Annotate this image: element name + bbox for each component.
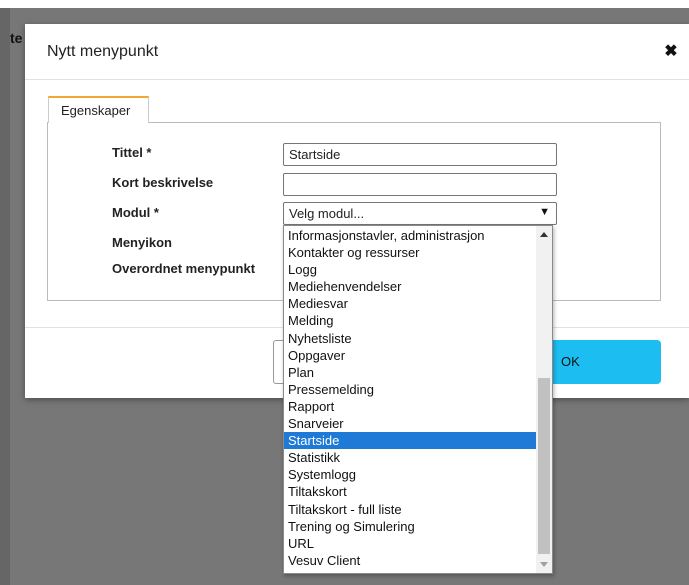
background-top-strip (0, 0, 689, 8)
dropdown-option[interactable]: Plan (284, 364, 536, 381)
scrollbar-thumb[interactable] (538, 378, 550, 554)
background-text-fragment: te (10, 30, 23, 46)
background-left-bar (0, 8, 10, 585)
dropdown-option[interactable]: Rapport (284, 398, 536, 415)
dialog-header: Nytt menypunkt ✖ (25, 24, 689, 80)
scroll-down-icon[interactable] (540, 562, 548, 567)
tittel-label: Tittel * (112, 145, 152, 160)
dropdown-option[interactable]: Tiltakskort (284, 483, 536, 500)
modul-label: Modul * (112, 205, 159, 220)
dropdown-option[interactable]: Statistikk (284, 449, 536, 466)
dropdown-option[interactable]: Mediehenvendelser (284, 278, 536, 295)
tab-egenskaper[interactable]: Egenskaper (48, 96, 149, 123)
dropdown-option[interactable]: Vesuv Client (284, 552, 536, 569)
dropdown-option[interactable]: Mediesvar (284, 295, 536, 312)
dropdown-option[interactable]: Startside (284, 432, 536, 450)
modul-select[interactable]: Velg modul... ▼ (283, 202, 557, 225)
chevron-down-icon: ▼ (539, 206, 550, 218)
scroll-up-icon[interactable] (540, 232, 548, 237)
dropdown-option[interactable]: Pressemelding (284, 381, 536, 398)
modul-select-value: Velg modul... (289, 206, 365, 221)
dropdown-option[interactable]: Snarveier (284, 415, 536, 432)
close-icon[interactable]: ✖ (663, 44, 679, 60)
dropdown-option[interactable]: Informasjonstavler, administrasjon (284, 227, 536, 244)
tittel-input[interactable] (283, 143, 557, 166)
kort-beskrivelse-input[interactable] (283, 173, 557, 196)
dropdown-option[interactable]: Melding (284, 312, 536, 329)
dropdown-option[interactable]: Tiltakskort - full liste (284, 501, 536, 518)
dropdown-option[interactable]: Systemlogg (284, 466, 536, 483)
dialog-title: Nytt menypunkt (47, 43, 159, 60)
overordnet-menypunkt-label: Overordnet menypunkt (112, 261, 256, 276)
dropdown-option[interactable]: URL (284, 535, 536, 552)
dropdown-option[interactable]: Nyhetsliste (284, 330, 536, 347)
dropdown-options: Informasjonstavler, administrasjon Kontak… (284, 227, 536, 569)
kort-beskrivelse-label: Kort beskrivelse (112, 175, 214, 190)
modul-dropdown-list[interactable]: Informasjonstavler, administrasjon Kontak… (283, 225, 553, 574)
menyikon-label: Menyikon (112, 235, 172, 250)
dropdown-option[interactable]: Trening og Simulering (284, 518, 536, 535)
dropdown-scrollbar[interactable] (536, 226, 552, 573)
dropdown-option[interactable]: Oppgaver (284, 347, 536, 364)
ok-button[interactable]: OK (537, 340, 661, 384)
dropdown-option[interactable]: Logg (284, 261, 536, 278)
dropdown-option[interactable]: Kontakter og ressurser (284, 244, 536, 261)
